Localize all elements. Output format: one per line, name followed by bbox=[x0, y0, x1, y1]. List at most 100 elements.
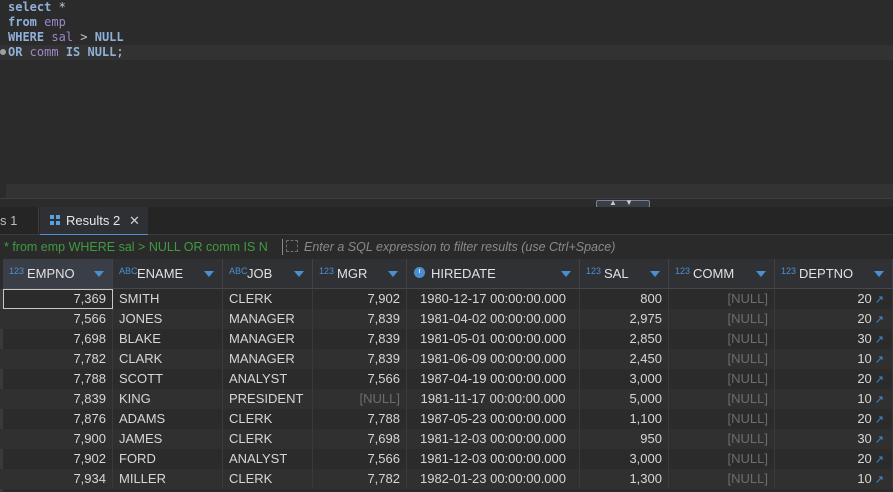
code-line[interactable]: from emp bbox=[0, 15, 893, 30]
cell-mgr[interactable]: 7,698 bbox=[313, 429, 407, 449]
cell-deptno[interactable]: 30 ↗ bbox=[775, 329, 893, 349]
column-header-sal[interactable]: 123 SAL bbox=[580, 259, 669, 289]
cell-mgr[interactable]: 7,839 bbox=[313, 309, 407, 329]
column-menu-dropdown-icon[interactable] bbox=[294, 271, 304, 277]
cell-empno[interactable]: 7,566 bbox=[3, 309, 113, 329]
foreign-key-link-icon[interactable]: ↗ bbox=[875, 294, 884, 306]
cell-comm[interactable]: [NULL] bbox=[669, 469, 775, 489]
column-header-comm[interactable]: 123 COMM bbox=[669, 259, 775, 289]
column-header-hiredate[interactable]: HIREDATE bbox=[407, 259, 580, 289]
column-menu-dropdown-icon[interactable] bbox=[561, 271, 571, 277]
cell-ename[interactable]: SMITH bbox=[113, 289, 223, 309]
cell-comm[interactable]: [NULL] bbox=[669, 389, 775, 409]
column-menu-dropdown-icon[interactable] bbox=[874, 271, 884, 277]
cell-hiredate[interactable]: 1982-01-23 00:00:00.000 bbox=[407, 469, 580, 489]
table-row[interactable]: 7,698 BLAKE MANAGER 7,839 1981-05-01 00:00:0… bbox=[0, 329, 893, 349]
table-row[interactable]: 7,934 MILLER CLERK 7,782 1982-01-23 00:00:00… bbox=[0, 469, 893, 489]
cell-empno[interactable]: 7,876 bbox=[3, 409, 113, 429]
cell-sal[interactable]: 2,975 bbox=[580, 309, 669, 329]
cell-hiredate[interactable]: 1981-12-03 00:00:00.000 bbox=[407, 429, 580, 449]
cell-sal[interactable]: 2,850 bbox=[580, 329, 669, 349]
foreign-key-link-icon[interactable]: ↗ bbox=[875, 334, 884, 346]
sql-editor[interactable]: select * from emp WHERE sal > NULL OR comm … bbox=[0, 0, 893, 184]
foreign-key-link-icon[interactable]: ↗ bbox=[875, 374, 884, 386]
cell-job[interactable]: ANALYST bbox=[223, 449, 313, 469]
cell-mgr[interactable]: 7,839 bbox=[313, 349, 407, 369]
cell-comm[interactable]: [NULL] bbox=[669, 369, 775, 389]
code-line[interactable]: WHERE sal > NULL bbox=[0, 30, 893, 45]
cell-ename[interactable]: FORD bbox=[113, 449, 223, 469]
cell-ename[interactable]: JAMES bbox=[113, 429, 223, 449]
column-header-job[interactable]: ABC JOB bbox=[223, 259, 313, 289]
cell-mgr[interactable]: 7,782 bbox=[313, 469, 407, 489]
cell-sal[interactable]: 5,000 bbox=[580, 389, 669, 409]
cell-comm[interactable]: [NULL] bbox=[669, 429, 775, 449]
cell-ename[interactable]: MILLER bbox=[113, 469, 223, 489]
column-menu-dropdown-icon[interactable] bbox=[204, 271, 214, 277]
close-tab-icon[interactable]: ✕ bbox=[129, 207, 140, 234]
results-grid[interactable]: 123 EMPNO ABC ENAME ABC JOB 123 MGR HIREDATE 123 S… bbox=[0, 259, 893, 492]
expand-filter-icon[interactable] bbox=[286, 240, 298, 252]
cell-empno[interactable]: 7,839 bbox=[3, 389, 113, 409]
cell-comm[interactable]: [NULL] bbox=[669, 329, 775, 349]
cell-empno[interactable]: 7,369 bbox=[3, 289, 113, 309]
column-menu-dropdown-icon[interactable] bbox=[756, 271, 766, 277]
table-row[interactable]: 7,566 JONES MANAGER 7,839 1981-04-02 00:00:0… bbox=[0, 309, 893, 329]
cell-ename[interactable]: BLAKE bbox=[113, 329, 223, 349]
cell-empno[interactable]: 7,698 bbox=[3, 329, 113, 349]
table-row[interactable]: 7,782 CLARK MANAGER 7,839 1981-06-09 00:00:0… bbox=[0, 349, 893, 369]
cell-empno[interactable]: 7,902 bbox=[3, 449, 113, 469]
cell-empno[interactable]: 7,900 bbox=[3, 429, 113, 449]
cell-job[interactable]: CLERK bbox=[223, 469, 313, 489]
cell-comm[interactable]: [NULL] bbox=[669, 409, 775, 429]
cell-empno[interactable]: 7,782 bbox=[3, 349, 113, 369]
cell-sal[interactable]: 2,450 bbox=[580, 349, 669, 369]
column-menu-dropdown-icon[interactable] bbox=[650, 271, 660, 277]
cell-hiredate[interactable]: 1981-12-03 00:00:00.000 bbox=[407, 449, 580, 469]
cell-hiredate[interactable]: 1981-11-17 00:00:00.000 bbox=[407, 389, 580, 409]
cell-mgr[interactable]: 7,566 bbox=[313, 369, 407, 389]
column-header-empno[interactable]: 123 EMPNO bbox=[3, 259, 113, 289]
cell-sal[interactable]: 3,000 bbox=[580, 449, 669, 469]
table-row[interactable]: 7,369 SMITH CLERK 7,902 1980-12-17 00:00:00.… bbox=[0, 289, 893, 309]
cell-deptno[interactable]: 30 ↗ bbox=[775, 429, 893, 449]
cell-job[interactable]: CLERK bbox=[223, 409, 313, 429]
cell-empno[interactable]: 7,788 bbox=[3, 369, 113, 389]
cell-hiredate[interactable]: 1981-06-09 00:00:00.000 bbox=[407, 349, 580, 369]
table-row[interactable]: 7,902 FORD ANALYST 7,566 1981-12-03 00:00:00… bbox=[0, 449, 893, 469]
cell-deptno[interactable]: 10 ↗ bbox=[775, 469, 893, 489]
cell-hiredate[interactable]: 1981-05-01 00:00:00.000 bbox=[407, 329, 580, 349]
foreign-key-link-icon[interactable]: ↗ bbox=[875, 314, 884, 326]
cell-sal[interactable]: 800 bbox=[580, 289, 669, 309]
cell-ename[interactable]: JONES bbox=[113, 309, 223, 329]
column-header-mgr[interactable]: 123 MGR bbox=[313, 259, 407, 289]
column-menu-dropdown-icon[interactable] bbox=[94, 271, 104, 277]
cell-ename[interactable]: KING bbox=[113, 389, 223, 409]
cell-job[interactable]: MANAGER bbox=[223, 309, 313, 329]
cell-empno[interactable]: 7,934 bbox=[3, 469, 113, 489]
cell-hiredate[interactable]: 1981-04-02 00:00:00.000 bbox=[407, 309, 580, 329]
cell-comm[interactable]: [NULL] bbox=[669, 449, 775, 469]
editor-results-divider[interactable] bbox=[0, 198, 893, 207]
cell-mgr[interactable]: 7,902 bbox=[313, 289, 407, 309]
cell-hiredate[interactable]: 1980-12-17 00:00:00.000 bbox=[407, 289, 580, 309]
cell-hiredate[interactable]: 1987-04-19 00:00:00.000 bbox=[407, 369, 580, 389]
cell-mgr[interactable]: 7,566 bbox=[313, 449, 407, 469]
table-row[interactable]: 7,900 JAMES CLERK 7,698 1981-12-03 00:00:00.… bbox=[0, 429, 893, 449]
column-menu-dropdown-icon[interactable] bbox=[388, 271, 398, 277]
cell-deptno[interactable]: 20 ↗ bbox=[775, 289, 893, 309]
cell-comm[interactable]: [NULL] bbox=[669, 309, 775, 329]
foreign-key-link-icon[interactable]: ↗ bbox=[875, 474, 884, 486]
cell-deptno[interactable]: 20 ↗ bbox=[775, 309, 893, 329]
cell-job[interactable]: MANAGER bbox=[223, 349, 313, 369]
cell-sal[interactable]: 1,300 bbox=[580, 469, 669, 489]
cell-deptno[interactable]: 10 ↗ bbox=[775, 389, 893, 409]
code-line[interactable]: OR comm IS NULL; bbox=[0, 45, 893, 60]
cell-ename[interactable]: ADAMS bbox=[113, 409, 223, 429]
cell-comm[interactable]: [NULL] bbox=[669, 349, 775, 369]
table-row[interactable]: 7,839 KING PRESIDENT [NULL] 1981-11-17 00:00… bbox=[0, 389, 893, 409]
cell-deptno[interactable]: 20 ↗ bbox=[775, 449, 893, 469]
column-header-deptno[interactable]: 123 DEPTNO bbox=[775, 259, 893, 289]
foreign-key-link-icon[interactable]: ↗ bbox=[875, 414, 884, 426]
cell-deptno[interactable]: 20 ↗ bbox=[775, 369, 893, 389]
